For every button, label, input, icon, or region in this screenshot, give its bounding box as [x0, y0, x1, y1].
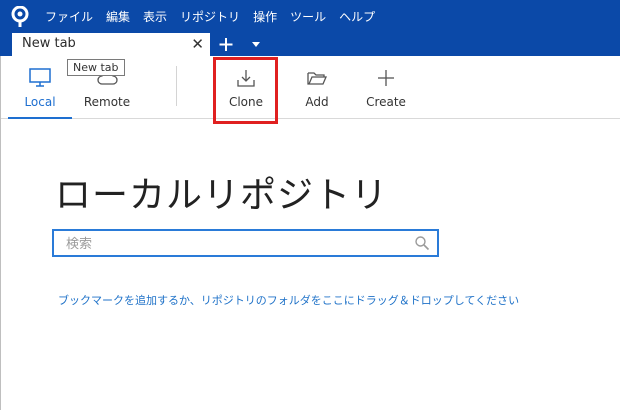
- menu-file[interactable]: ファイル: [45, 8, 93, 25]
- chevron-down-icon[interactable]: [250, 37, 262, 51]
- active-tab-indicator: [8, 117, 72, 119]
- menu-edit[interactable]: 編集: [106, 8, 130, 25]
- add-label: Add: [305, 95, 329, 109]
- create-button[interactable]: Create: [360, 56, 412, 118]
- local-label: Local: [24, 95, 56, 109]
- add-button[interactable]: Add: [292, 56, 342, 118]
- search-icon[interactable]: [414, 235, 430, 251]
- menu-view[interactable]: 表示: [143, 8, 167, 25]
- toolbar-divider: [176, 66, 177, 106]
- menu-help[interactable]: ヘルプ: [339, 8, 375, 25]
- close-icon[interactable]: ✕: [191, 35, 204, 53]
- tab-tooltip: New tab: [67, 59, 125, 76]
- plus-icon: [378, 70, 394, 86]
- tab-bar: New tab ✕: [0, 33, 620, 56]
- remote-label: Remote: [83, 95, 131, 109]
- tab-new-tab[interactable]: New tab ✕: [12, 33, 210, 56]
- app-logo-icon[interactable]: [10, 6, 30, 28]
- page-title: ローカルリポジトリ: [55, 175, 389, 216]
- menu-actions[interactable]: 操作: [253, 8, 277, 25]
- menu-repository[interactable]: リポジトリ: [180, 8, 240, 25]
- title-menu-bar: ファイル 編集 表示 リポジトリ 操作 ツール ヘルプ: [0, 0, 620, 33]
- menu-tools[interactable]: ツール: [290, 8, 326, 25]
- window-left-border: [0, 56, 1, 410]
- search-input[interactable]: [64, 234, 408, 254]
- monitor-icon: [29, 68, 51, 87]
- search-box: [52, 229, 439, 257]
- local-button[interactable]: Local: [8, 56, 72, 119]
- clone-highlight-box: [213, 57, 278, 124]
- folder-open-icon: [307, 72, 327, 85]
- create-label: Create: [366, 95, 406, 109]
- tab-title: New tab: [22, 36, 76, 51]
- plus-icon[interactable]: [216, 33, 236, 56]
- drag-drop-hint: ブックマークを追加するか、リポジトリのフォルダをここにドラッグ＆ドロップしてくだ…: [58, 294, 520, 307]
- main-menu: ファイル 編集 表示 リポジトリ 操作 ツール ヘルプ: [45, 0, 388, 33]
